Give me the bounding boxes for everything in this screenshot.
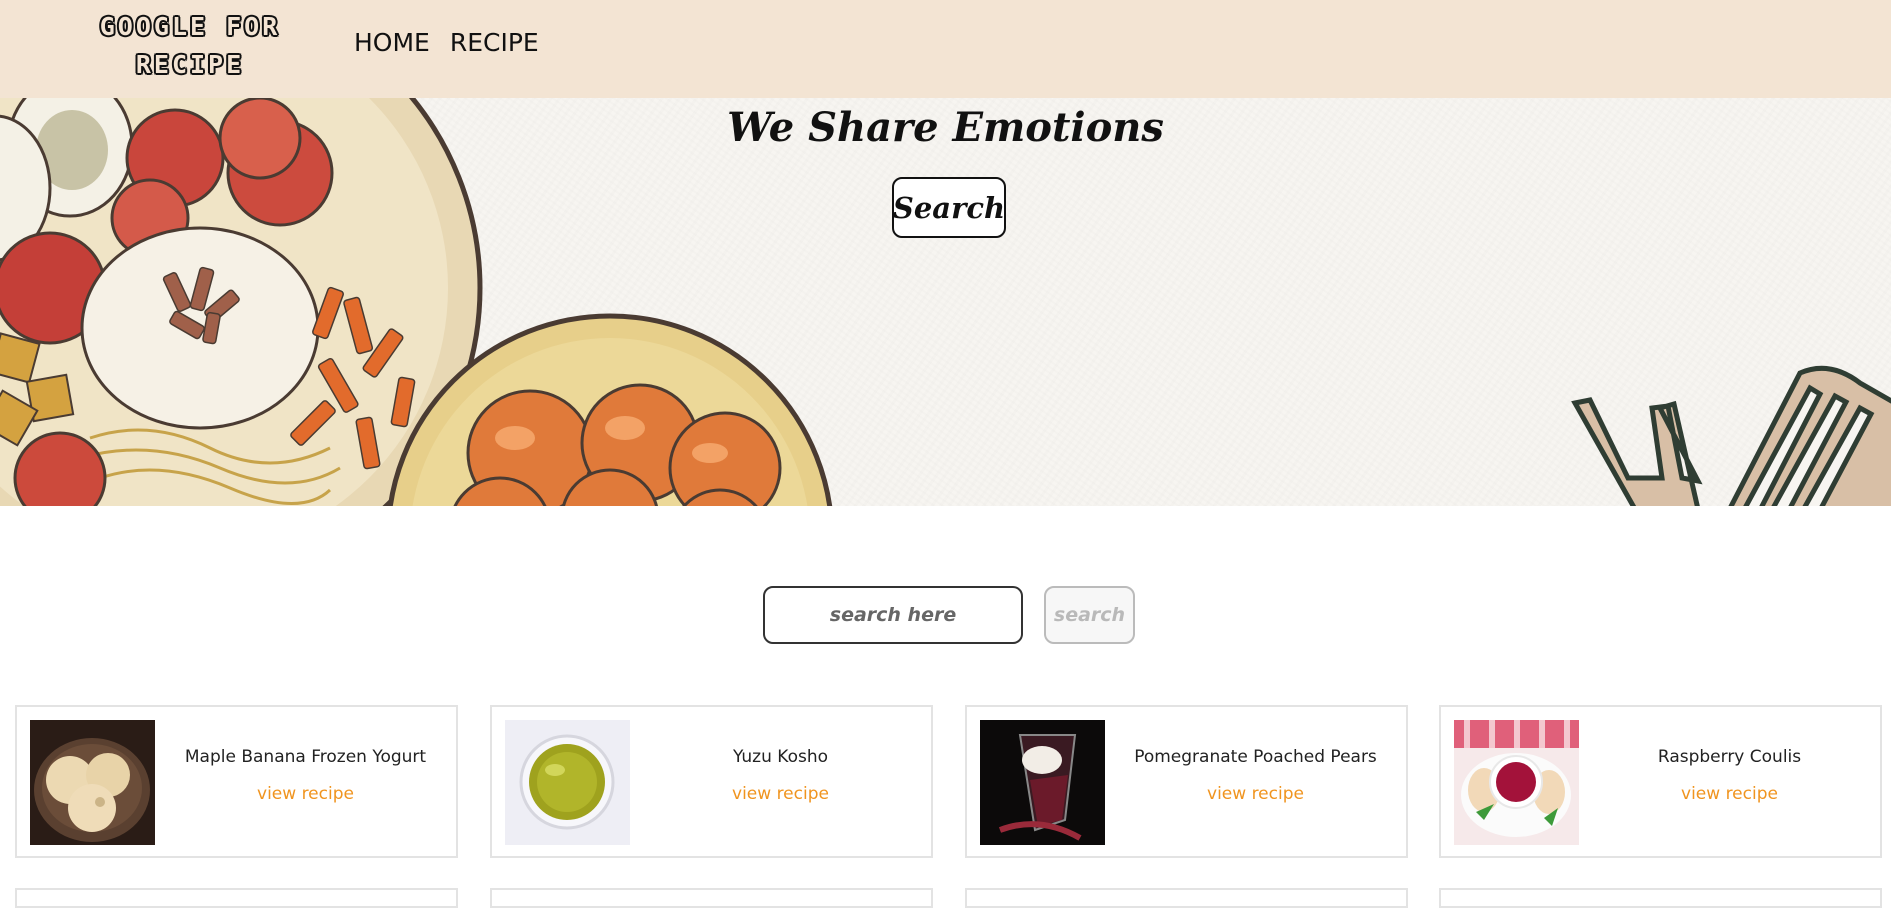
recipe-card: Pomegranate Poached Pears view recipe: [965, 705, 1408, 858]
recipe-title: Maple Banana Frozen Yogurt: [184, 747, 427, 767]
nav-link-recipe[interactable]: RECIPE: [450, 28, 539, 57]
view-recipe-link[interactable]: view recipe: [630, 784, 931, 804]
recipe-card: Raspberry Coulis view recipe: [1439, 705, 1882, 858]
nav-links: HOME RECIPE: [354, 28, 539, 57]
search-submit-button[interactable]: search: [1044, 586, 1135, 644]
hero-title: We Share Emotions: [727, 104, 1164, 151]
recipe-card: Maple Banana Frozen Yogurt view recipe: [15, 705, 458, 858]
nav-link-home[interactable]: HOME: [354, 28, 430, 57]
poached-pears-photo[interactable]: [980, 720, 1105, 845]
recipe-title: Raspberry Coulis: [1657, 747, 1802, 767]
view-recipe-link[interactable]: view recipe: [1105, 784, 1406, 804]
frozen-yogurt-photo[interactable]: [30, 720, 155, 845]
yuzu-kosho-photo[interactable]: [505, 720, 630, 845]
brand-logo[interactable]: GOOGLE FOR RECIPE: [60, 8, 320, 84]
search-input[interactable]: [763, 586, 1023, 644]
recipe-card-partial: [965, 888, 1408, 908]
recipe-card: Yuzu Kosho view recipe: [490, 705, 933, 858]
hero-food-illustration: [0, 98, 1891, 506]
recipe-card-body: Maple Banana Frozen Yogurt view recipe: [155, 747, 456, 804]
recipe-card-body: Pomegranate Poached Pears view recipe: [1105, 747, 1406, 804]
raspberry-coulis-photo[interactable]: [1454, 720, 1579, 845]
recipe-title: Pomegranate Poached Pears: [1134, 747, 1377, 767]
hero-search-button[interactable]: Search: [892, 177, 1006, 238]
top-navbar: GOOGLE FOR RECIPE HOME RECIPE: [0, 0, 1891, 98]
view-recipe-link[interactable]: view recipe: [1579, 784, 1880, 804]
recipe-card-partial: [1439, 888, 1882, 908]
recipe-card-partial: [490, 888, 933, 908]
recipe-title: Yuzu Kosho: [732, 747, 829, 767]
view-recipe-link[interactable]: view recipe: [155, 784, 456, 804]
recipe-card-partial: [15, 888, 458, 908]
hero-banner: We Share Emotions Search: [0, 98, 1891, 506]
recipe-card-body: Raspberry Coulis view recipe: [1579, 747, 1880, 804]
recipe-card-body: Yuzu Kosho view recipe: [630, 747, 931, 804]
